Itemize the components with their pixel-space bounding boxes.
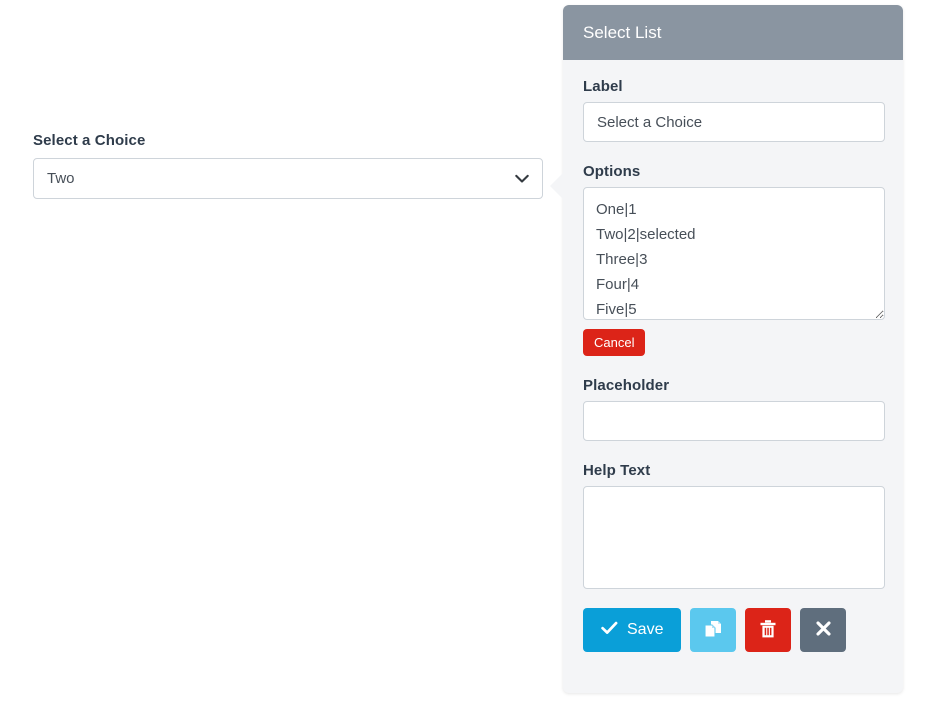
check-icon xyxy=(601,621,618,640)
panel-title: Select List xyxy=(563,5,903,60)
delete-button[interactable] xyxy=(745,608,791,652)
save-button[interactable]: Save xyxy=(583,608,681,652)
choice-select[interactable]: One Two Three Four Five xyxy=(33,158,543,199)
panel-pointer-arrow xyxy=(550,172,564,200)
placeholder-field-title: Placeholder xyxy=(583,377,883,394)
save-button-label: Save xyxy=(627,621,663,639)
placeholder-input[interactable] xyxy=(583,401,885,441)
close-x-icon xyxy=(815,620,832,640)
help-text-textarea[interactable] xyxy=(583,486,885,589)
options-textarea[interactable]: One|1 Two|2|selected Three|3 Four|4 Five… xyxy=(583,187,885,320)
trash-icon xyxy=(759,619,777,642)
app-root: Select a Choice One Two Three Four Five … xyxy=(0,0,946,705)
close-button[interactable] xyxy=(800,608,846,652)
label-field-title: Label xyxy=(583,78,883,95)
select-field-label: Select a Choice xyxy=(33,132,543,149)
label-input[interactable] xyxy=(583,102,885,142)
duplicate-button[interactable] xyxy=(690,608,736,652)
options-field-title: Options xyxy=(583,163,883,180)
panel-body: Label Options One|1 Two|2|selected Three… xyxy=(563,60,903,672)
panel-action-row: Save xyxy=(583,608,883,672)
help-text-field-title: Help Text xyxy=(583,462,883,479)
copy-icon xyxy=(703,619,723,642)
cancel-button[interactable]: Cancel xyxy=(583,329,645,356)
field-editor-panel: Select List Label Options One|1 Two|2|se… xyxy=(563,5,903,693)
form-preview: Select a Choice One Two Three Four Five xyxy=(33,132,543,199)
select-wrapper: One Two Three Four Five xyxy=(33,158,543,199)
